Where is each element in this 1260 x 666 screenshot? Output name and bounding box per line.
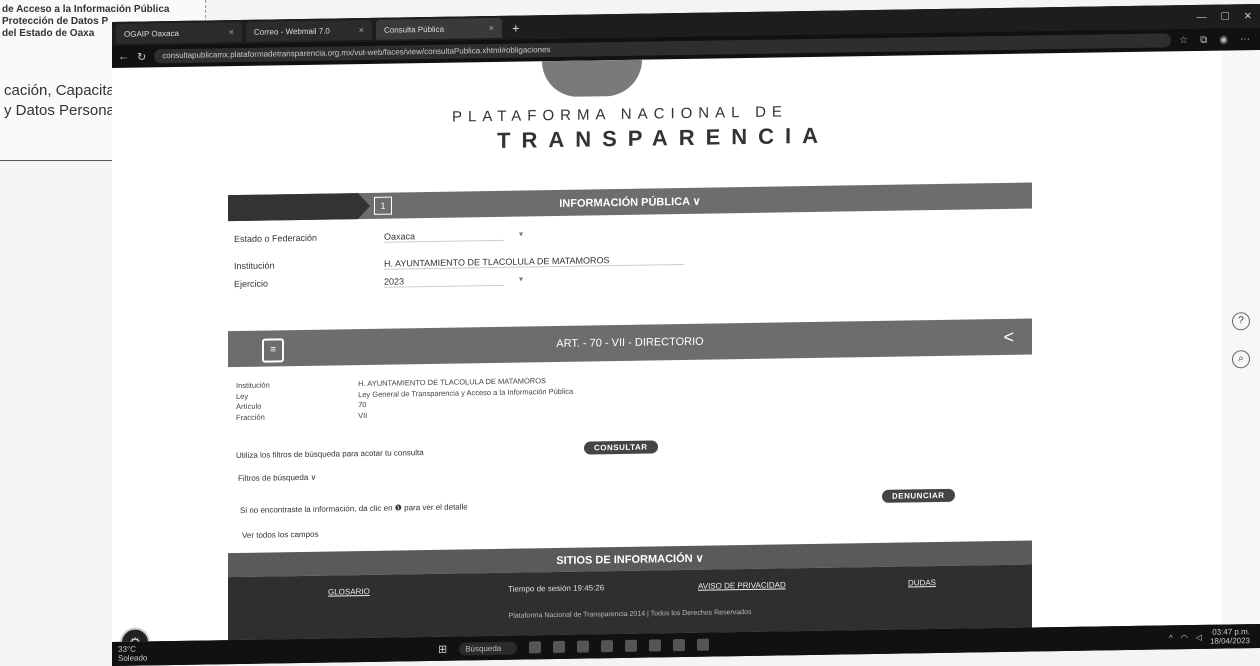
browser-tab-active[interactable]: Consulta Pública ×	[376, 17, 502, 40]
filtros-busqueda-link[interactable]: Filtros de búsqueda ∨	[238, 473, 316, 483]
clock-date: 18/04/2023	[1209, 636, 1250, 646]
share-icon[interactable]: <	[1003, 327, 1014, 348]
taskview-icon[interactable]	[529, 641, 542, 654]
maximize-icon[interactable]: ☐	[1221, 11, 1230, 22]
pnt-logo	[542, 59, 642, 98]
field-label: Institución	[234, 260, 275, 272]
paper-line-2: Protección de Datos P	[2, 16, 109, 27]
denuncia-prompt: Si no encontraste la información, da cli…	[240, 502, 468, 515]
aviso-privacidad-link[interactable]: AVISO DE PRIVACIDAD	[698, 580, 786, 590]
denunciar-button[interactable]: DENUNCIAR	[882, 488, 955, 503]
mail-icon[interactable]	[625, 639, 638, 652]
section-title: ART. - 70 - VII - DIRECTORIO	[556, 335, 704, 351]
photos-icon[interactable]	[649, 639, 662, 652]
tab-label: OGAIP Oaxaca	[124, 28, 179, 39]
page-viewport: PLATAFORMA NACIONAL DE TRANSPARENCIA 1 I…	[112, 50, 1222, 642]
estado-select[interactable]: Oaxaca	[384, 229, 504, 243]
field-label: Ejercicio	[234, 278, 269, 290]
new-tab-button[interactable]: +	[512, 20, 520, 35]
clock[interactable]: 03:47 p.m. 18/04/2023	[1210, 627, 1250, 646]
chrome-icon[interactable]	[673, 638, 686, 652]
volume-icon[interactable]: ◁	[1196, 632, 1202, 641]
glosario-label: GLOSARIO	[328, 586, 370, 597]
section-bar: ≡ ART. - 70 - VII - DIRECTORIO <	[228, 318, 1032, 368]
reload-icon[interactable]: ↻	[137, 50, 146, 63]
paper-line-1: de Acceso a la Información Pública	[2, 4, 170, 15]
explorer-icon[interactable]	[577, 640, 590, 653]
weather-widget[interactable]: 33°C Soleado	[112, 644, 188, 663]
ejercicio-select[interactable]: 2023	[384, 274, 504, 288]
store-icon[interactable]	[601, 640, 614, 653]
info-publica-bar[interactable]: 1 INFORMACIÓN PÚBLICA ∨	[228, 182, 1032, 222]
close-icon[interactable]: ×	[359, 25, 364, 35]
right-side-panel: ? ⌕	[1222, 49, 1260, 625]
help-icon[interactable]: ?	[1232, 312, 1250, 331]
wifi-icon[interactable]: ◠	[1181, 633, 1188, 642]
glosario-link[interactable]: GLOSARIO	[328, 587, 370, 597]
site-title-line-2: TRANSPARENCIA	[497, 122, 830, 153]
footer-copyright: Plataforma Nacional de Transparencia 201…	[508, 608, 752, 620]
paper-line-3: del Estado de Oaxa	[2, 28, 95, 39]
app-icon[interactable]	[697, 638, 710, 651]
site-header: PLATAFORMA NACIONAL DE TRANSPARENCIA	[112, 51, 1222, 176]
detail-value: 70	[358, 400, 367, 410]
consultar-prompt: Utiliza los filtros de búsqueda para aco…	[236, 448, 424, 461]
tab-label: Correo - Webmail 7.0	[254, 26, 330, 37]
aviso-label: AVISO DE PRIVACIDAD	[698, 580, 786, 591]
search-magnifier-icon[interactable]: ⌕	[1232, 350, 1250, 369]
tab-label: Consulta Pública	[384, 24, 445, 35]
menu-icon[interactable]: ⋯	[1240, 34, 1250, 45]
dudas-link[interactable]: DUDAS	[908, 578, 936, 587]
field-label: Estado o Federación	[234, 232, 318, 245]
close-window-icon[interactable]: ✕	[1244, 11, 1252, 22]
detail-key: Fracción	[236, 412, 265, 422]
browser-tab[interactable]: Correo - Webmail 7.0 ×	[246, 19, 372, 42]
detail-value: VII	[358, 410, 368, 420]
minimize-icon[interactable]: —	[1197, 11, 1207, 22]
profile-icon[interactable]: ◉	[1219, 34, 1228, 45]
dudas-label: DUDAS	[908, 578, 937, 588]
windows-start-icon[interactable]: ⊞	[438, 642, 447, 655]
chevron-up-icon[interactable]: ^	[1169, 633, 1173, 642]
chat-icon[interactable]: ⚙	[120, 627, 150, 642]
back-icon[interactable]: ←	[118, 51, 129, 63]
institucion-select[interactable]: H. AYUNTAMIENTO DE TLACOLULA DE MATAMORO…	[384, 254, 684, 270]
browser-tab[interactable]: OGAIP Oaxaca ×	[116, 21, 242, 44]
details-block: Institución H. AYUNTAMIENTO DE TLACOLULA…	[236, 369, 976, 423]
chevron-down-icon: ▾	[519, 229, 524, 239]
close-icon[interactable]: ×	[489, 23, 494, 33]
browser-app-icon[interactable]	[553, 640, 566, 654]
extensions-icon[interactable]: ⧉	[1200, 34, 1207, 45]
ver-campos-link[interactable]: Ver todos los campos	[242, 530, 318, 540]
taskbar-search[interactable]: Búsqueda	[459, 641, 518, 656]
chevron-down-icon: ▾	[519, 274, 524, 284]
consultar-button[interactable]: CONSULTAR	[584, 440, 658, 455]
weather-desc: Soleado	[118, 653, 148, 663]
close-icon[interactable]: ×	[229, 27, 234, 37]
site-title-line-1: PLATAFORMA NACIONAL DE	[452, 103, 788, 126]
session-timer: Tiempo de sesión 19:45:26	[508, 583, 605, 594]
favorite-icon[interactable]: ☆	[1179, 35, 1188, 46]
monitor-screen: OGAIP Oaxaca × Correo - Webmail 7.0 × Co…	[112, 3, 1260, 666]
